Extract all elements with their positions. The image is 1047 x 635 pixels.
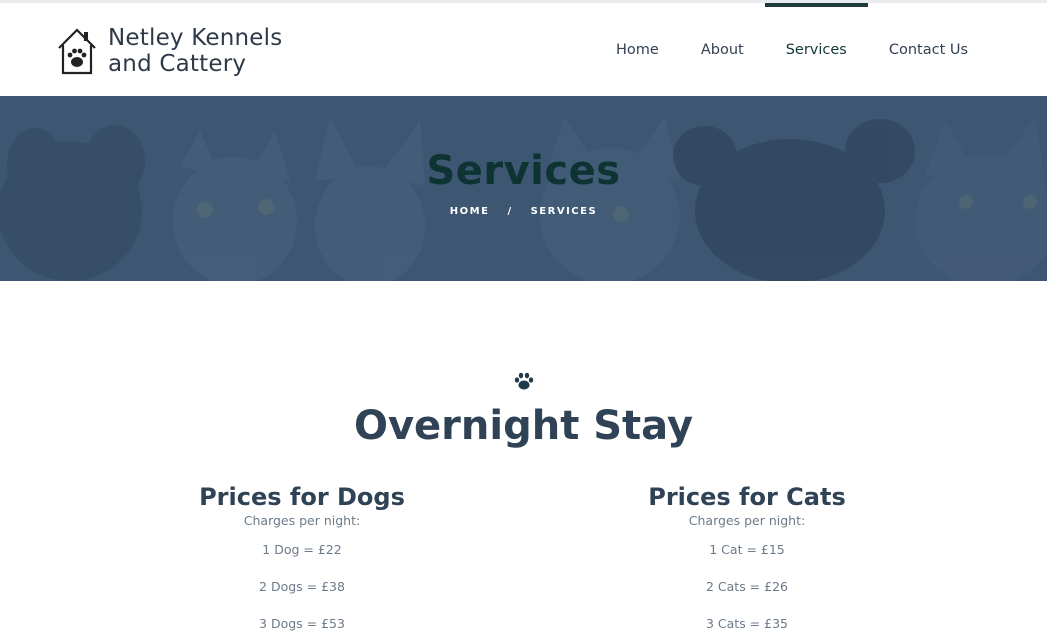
page-title: Services — [426, 148, 621, 194]
logo-line-2: and Cattery — [108, 51, 247, 77]
breadcrumb-current: SERVICES — [530, 206, 598, 217]
price-item: 3 Cats = £35 — [705, 616, 788, 631]
nav-about[interactable]: About — [680, 3, 765, 96]
price-item: 1 Cat = £15 — [709, 542, 785, 557]
main-nav: Home About Services Contact Us — [595, 3, 989, 96]
dog-price-list: 1 Dog = £22 2 Dogs = £38 3 Dogs = £53 — [122, 542, 482, 635]
paw-icon — [514, 372, 534, 390]
section-title: Overnight Stay — [353, 403, 694, 449]
cat-prices-heading: Prices for Cats — [648, 483, 846, 511]
nav-active-bar — [764, 3, 868, 7]
site-logo[interactable]: Netley Kennels and Cattery — [56, 25, 282, 77]
dog-prices-heading: Prices for Dogs — [199, 483, 405, 511]
nav-contact-us-label: Contact Us — [888, 41, 969, 58]
nav-services[interactable]: Services — [764, 3, 868, 96]
breadcrumb: HOME / SERVICES — [0, 206, 1047, 217]
house-paw-icon — [58, 28, 96, 75]
breadcrumb-home-link[interactable]: HOME — [450, 206, 490, 217]
price-item: 3 Dogs = £53 — [259, 616, 345, 631]
dog-prices-subheading: Charges per night: — [243, 513, 361, 528]
nav-home-label: Home — [616, 41, 659, 58]
breadcrumb-separator: / — [507, 206, 513, 217]
nav-about-label: About — [700, 41, 744, 58]
nav-contact-us[interactable]: Contact Us — [868, 3, 989, 96]
site-header: Netley Kennels and Cattery Home About Se… — [0, 3, 1047, 96]
price-item: 2 Cats = £26 — [705, 579, 788, 594]
dog-prices: Prices for Dogs Charges per night: 1 Dog… — [122, 482, 482, 635]
nav-home[interactable]: Home — [595, 3, 680, 96]
price-item: 2 Dogs = £38 — [259, 579, 345, 594]
cat-prices-subheading: Charges per night: — [688, 513, 806, 528]
logo-line-1: Netley Kennels — [108, 25, 283, 51]
cat-price-list: 1 Cat = £15 2 Cats = £26 3 Cats = £35 — [567, 542, 927, 635]
page-hero: Services HOME / SERVICES — [0, 96, 1047, 281]
nav-services-label: Services — [785, 41, 847, 58]
logo-text: Netley Kennels and Cattery — [108, 25, 282, 77]
cat-prices: Prices for Cats Charges per night: 1 Cat… — [567, 482, 927, 635]
price-item: 1 Dog = £22 — [262, 542, 342, 557]
